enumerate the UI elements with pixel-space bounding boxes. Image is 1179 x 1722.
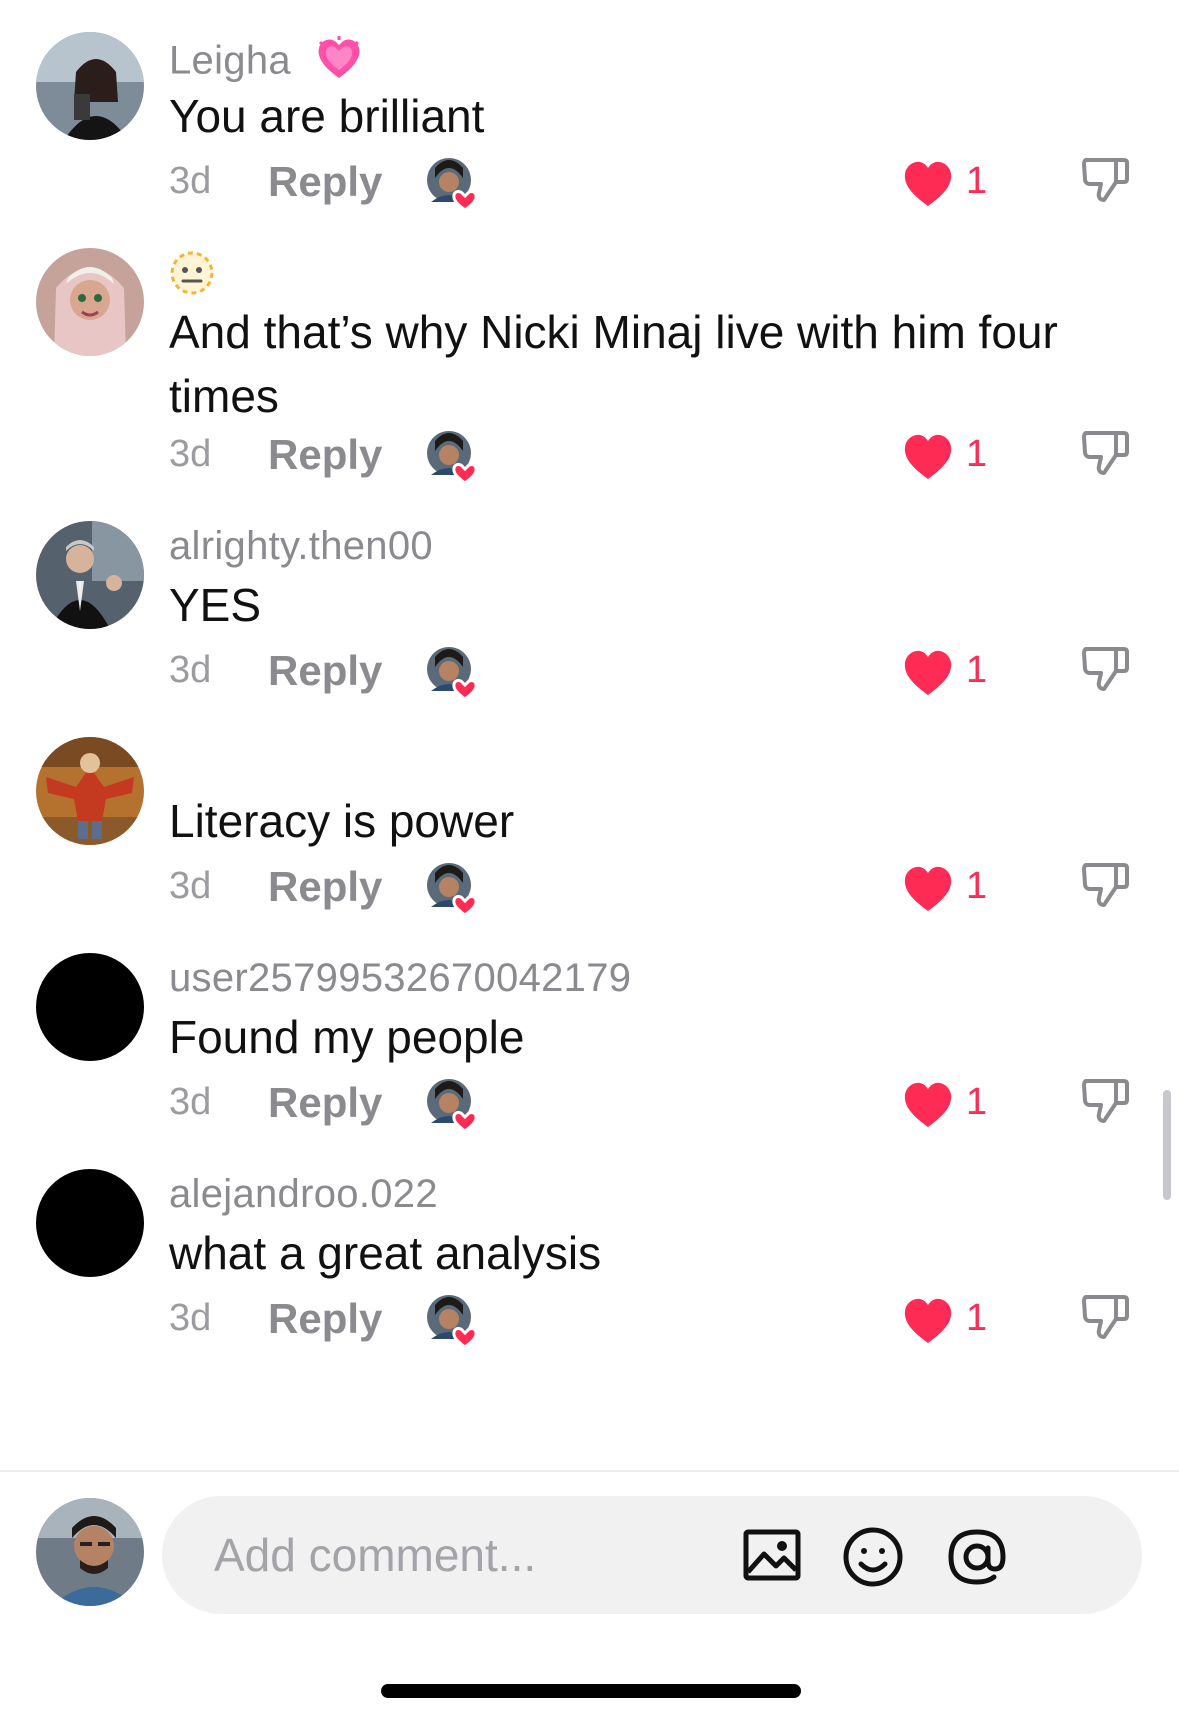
comment-actions: 3d Reply 1 xyxy=(169,1075,1159,1133)
like-count: 1 xyxy=(966,160,988,202)
username-text[interactable]: user257995326700421​79 xyxy=(169,956,631,1000)
comment-actions: 3d Reply 1 xyxy=(169,643,1159,701)
comment-text: You are brilliant xyxy=(169,90,485,142)
user-avatar[interactable] xyxy=(36,32,144,140)
thumbs-down-icon[interactable] xyxy=(1080,1291,1132,1343)
reply-button[interactable]: Reply xyxy=(268,863,382,911)
comment-age: 3d xyxy=(169,865,212,907)
neutral-face-emoji-icon xyxy=(169,250,215,306)
user-avatar[interactable] xyxy=(36,248,144,356)
comment-username[interactable]: user257995326700421​79 xyxy=(169,956,631,1001)
at-icon[interactable] xyxy=(944,1524,1010,1590)
comment-age: 3d xyxy=(169,160,212,202)
username-text[interactable]: alejandroo.022 xyxy=(169,1172,438,1216)
comment-actions: 3d Reply 1 xyxy=(169,1291,1159,1349)
user-avatar[interactable] xyxy=(36,737,144,845)
comment-text: And that’s why Nicki Minaj live with him… xyxy=(169,306,1058,422)
username-text[interactable]: alrighty.then00 xyxy=(169,524,433,568)
username-text[interactable]: Leigha xyxy=(169,39,291,83)
heart-emoji-icon xyxy=(316,36,362,90)
creator-liked-icon xyxy=(427,158,481,212)
reply-button[interactable]: Reply xyxy=(268,1295,382,1343)
reply-button[interactable]: Reply xyxy=(268,647,382,695)
comments-list[interactable]: Leigha You are brilliant 3d Reply 1 And … xyxy=(0,0,1179,1470)
image-icon[interactable] xyxy=(740,1524,806,1590)
creator-liked-icon xyxy=(427,431,481,485)
comment-username[interactable] xyxy=(169,250,215,306)
heart-icon[interactable] xyxy=(902,649,954,697)
comment-username[interactable]: alejandroo.022 xyxy=(169,1172,438,1217)
home-indicator[interactable] xyxy=(381,1684,801,1698)
creator-liked-icon xyxy=(427,1295,481,1349)
user-avatar[interactable] xyxy=(36,521,144,629)
thumbs-down-icon[interactable] xyxy=(1080,859,1132,911)
comment-age: 3d xyxy=(169,433,212,475)
thumbs-down-icon[interactable] xyxy=(1080,1075,1132,1127)
heart-icon[interactable] xyxy=(902,160,954,208)
like-count: 1 xyxy=(966,649,988,691)
heart-icon[interactable] xyxy=(902,1297,954,1345)
thumbs-down-icon[interactable] xyxy=(1080,427,1132,479)
user-avatar[interactable] xyxy=(36,953,144,1061)
creator-liked-icon xyxy=(427,863,481,917)
comment-text: Literacy is power xyxy=(169,795,515,847)
like-count: 1 xyxy=(966,1297,988,1339)
comment-text: Found my people xyxy=(169,1011,525,1063)
comment-actions: 3d Reply 1 xyxy=(169,427,1159,485)
like-count: 1 xyxy=(966,865,988,907)
comment-age: 3d xyxy=(169,1297,212,1339)
heart-icon[interactable] xyxy=(902,433,954,481)
reply-button[interactable]: Reply xyxy=(268,431,382,479)
comment-username[interactable]: alrighty.then00 xyxy=(169,524,433,569)
comment-username[interactable]: Leigha xyxy=(169,36,362,90)
comment-age: 3d xyxy=(169,649,212,691)
like-count: 1 xyxy=(966,433,988,475)
comment-actions: 3d Reply 1 xyxy=(169,154,1159,212)
current-user-avatar[interactable] xyxy=(36,1498,144,1606)
comment-text: what a great analysis xyxy=(169,1227,602,1279)
heart-icon[interactable] xyxy=(902,1081,954,1129)
user-avatar[interactable] xyxy=(36,1169,144,1277)
comment-input-container[interactable] xyxy=(162,1496,1142,1614)
comment-actions: 3d Reply 1 xyxy=(169,859,1159,917)
comment-input[interactable] xyxy=(212,1524,736,1586)
comment-text: YES xyxy=(169,579,262,631)
reply-button[interactable]: Reply xyxy=(268,1079,382,1127)
comment-age: 3d xyxy=(169,1081,212,1123)
thumbs-down-icon[interactable] xyxy=(1080,154,1132,206)
scrollbar[interactable] xyxy=(1163,1090,1171,1200)
thumbs-down-icon[interactable] xyxy=(1080,643,1132,695)
creator-liked-icon xyxy=(427,647,481,701)
creator-liked-icon xyxy=(427,1079,481,1133)
reply-button[interactable]: Reply xyxy=(268,158,382,206)
like-count: 1 xyxy=(966,1081,988,1123)
heart-icon[interactable] xyxy=(902,865,954,913)
emoji-icon[interactable] xyxy=(840,1524,906,1590)
